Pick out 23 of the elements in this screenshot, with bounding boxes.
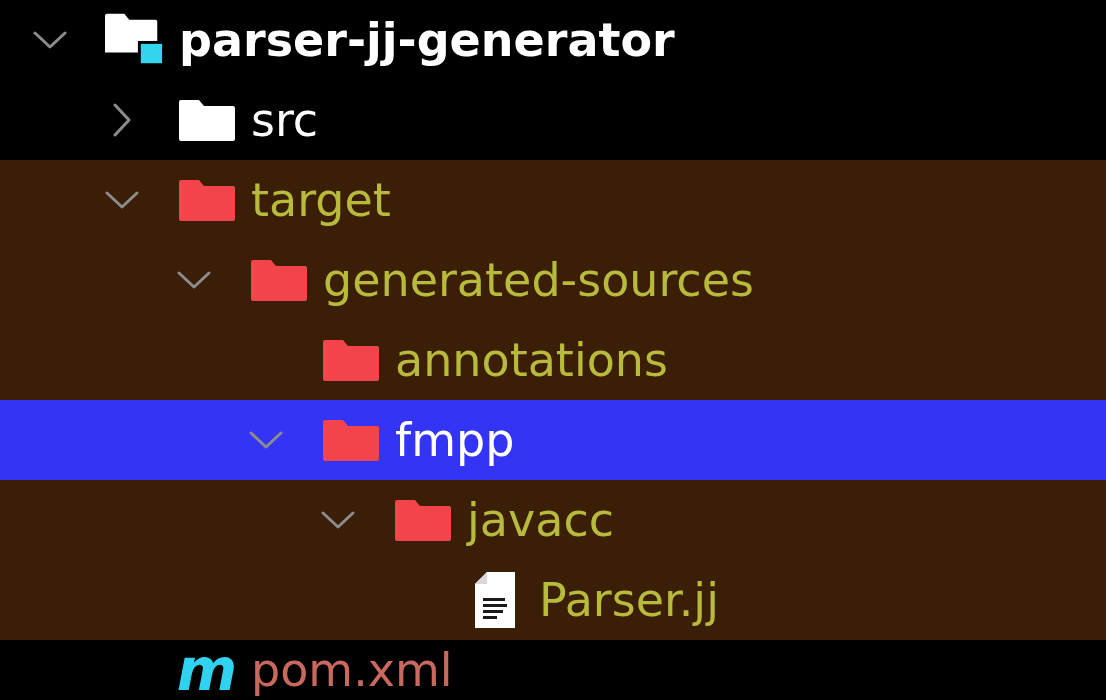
chevron-down-icon[interactable] xyxy=(33,31,67,49)
tree-item[interactable]: fmpp xyxy=(0,400,1106,480)
chevron-down-icon[interactable] xyxy=(177,271,211,289)
folder-icon xyxy=(323,339,379,381)
folder-icon xyxy=(179,179,235,221)
text-file-icon xyxy=(475,572,515,628)
tree-item[interactable]: generated-sources xyxy=(0,240,1106,320)
chevron-right-icon[interactable] xyxy=(113,103,131,137)
tree-item[interactable]: Parser.jj xyxy=(0,560,1106,640)
folder-icon xyxy=(323,419,379,461)
tree-item[interactable]: javacc xyxy=(0,480,1106,560)
tree-item[interactable]: parser-jj-generator xyxy=(0,0,1106,80)
letter-m-icon: m xyxy=(176,641,238,699)
tree-item[interactable]: annotations xyxy=(0,320,1106,400)
chevron-down-icon[interactable] xyxy=(321,511,355,529)
module-folder-icon xyxy=(105,13,165,67)
folder-icon xyxy=(179,99,235,141)
tree-item[interactable]: target xyxy=(0,160,1106,240)
chevron-down-icon[interactable] xyxy=(105,191,139,209)
tree-item[interactable]: src xyxy=(0,80,1106,160)
folder-icon xyxy=(251,259,307,301)
tree-item[interactable]: m pom.xml xyxy=(0,640,1106,700)
folder-icon xyxy=(395,499,451,541)
